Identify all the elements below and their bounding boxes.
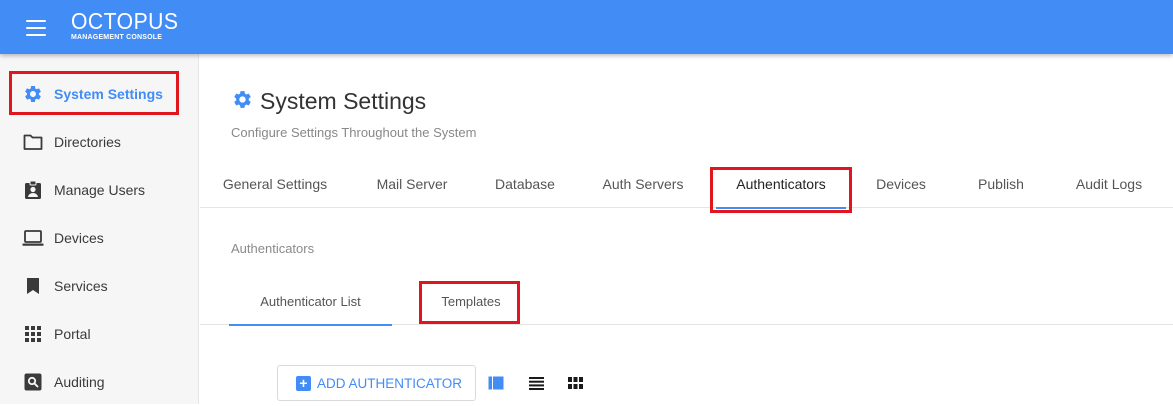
sidebar-item-label: Directories: [54, 134, 121, 150]
bookmark-icon: [22, 275, 44, 297]
plus-icon: +: [296, 375, 311, 391]
card-view-icon[interactable]: [487, 374, 505, 392]
folder-icon: [22, 131, 44, 153]
search-box-icon: [22, 371, 44, 393]
user-badge-icon: [22, 179, 44, 201]
gear-icon: [232, 89, 253, 115]
main-content: System Settings Configure Settings Throu…: [200, 54, 1173, 404]
sidebar-item-services[interactable]: Services: [0, 262, 199, 310]
page-subtitle: Configure Settings Throughout the System: [231, 125, 477, 140]
tab-general-settings[interactable]: General Settings: [210, 160, 340, 208]
page-title: System Settings: [232, 88, 426, 115]
sidebar: System Settings Directories Manage Users…: [0, 54, 199, 404]
page-title-text: System Settings: [260, 88, 427, 114]
sidebar-item-label: System Settings: [54, 86, 163, 102]
tab-audit-logs[interactable]: Audit Logs: [1064, 160, 1154, 208]
authenticator-subtabs: Authenticator List Templates: [200, 277, 1173, 326]
logo-subtitle: MANAGEMENT CONSOLE: [71, 34, 163, 41]
sidebar-item-auditing[interactable]: Auditing: [0, 358, 199, 406]
tab-auth-servers[interactable]: Auth Servers: [590, 160, 696, 208]
tab-database[interactable]: Database: [480, 160, 570, 208]
settings-tabs: General Settings Mail Server Database Au…: [200, 160, 1173, 209]
section-label: Authenticators: [231, 241, 315, 256]
sidebar-item-devices[interactable]: Devices: [0, 214, 199, 262]
sidebar-item-label: Portal: [54, 326, 91, 342]
tab-mail-server[interactable]: Mail Server: [360, 160, 464, 208]
sidebar-item-label: Services: [54, 278, 108, 294]
grid-view-icon[interactable]: [566, 374, 584, 392]
sidebar-item-label: Devices: [54, 230, 104, 246]
add-authenticator-label: ADD AUTHENTICATOR: [317, 375, 463, 391]
subtab-templates[interactable]: Templates: [422, 277, 520, 325]
sidebar-item-manage-users[interactable]: Manage Users: [0, 166, 199, 214]
tab-devices[interactable]: Devices: [864, 160, 938, 208]
top-app-bar: OCTOPUS MANAGEMENT CONSOLE: [0, 0, 1173, 54]
add-authenticator-button[interactable]: + ADD AUTHENTICATOR: [277, 365, 476, 401]
grid-icon: [22, 323, 44, 345]
laptop-icon: [22, 227, 44, 249]
sidebar-item-portal[interactable]: Portal: [0, 310, 199, 358]
sidebar-item-label: Manage Users: [54, 182, 146, 198]
tab-publish[interactable]: Publish: [964, 160, 1038, 208]
list-view-icon[interactable]: [527, 374, 545, 392]
sidebar-item-label: Auditing: [54, 374, 105, 390]
hamburger-menu-icon[interactable]: [26, 20, 46, 36]
tab-authenticators[interactable]: Authenticators: [716, 160, 846, 209]
app-logo[interactable]: OCTOPUS MANAGEMENT CONSOLE: [71, 8, 188, 42]
sidebar-item-system-settings[interactable]: System Settings: [0, 70, 199, 118]
subtab-authenticator-list[interactable]: Authenticator List: [229, 277, 392, 326]
gear-icon: [22, 83, 44, 105]
logo-title: OCTOPUS: [71, 8, 179, 34]
sidebar-item-directories[interactable]: Directories: [0, 118, 199, 166]
